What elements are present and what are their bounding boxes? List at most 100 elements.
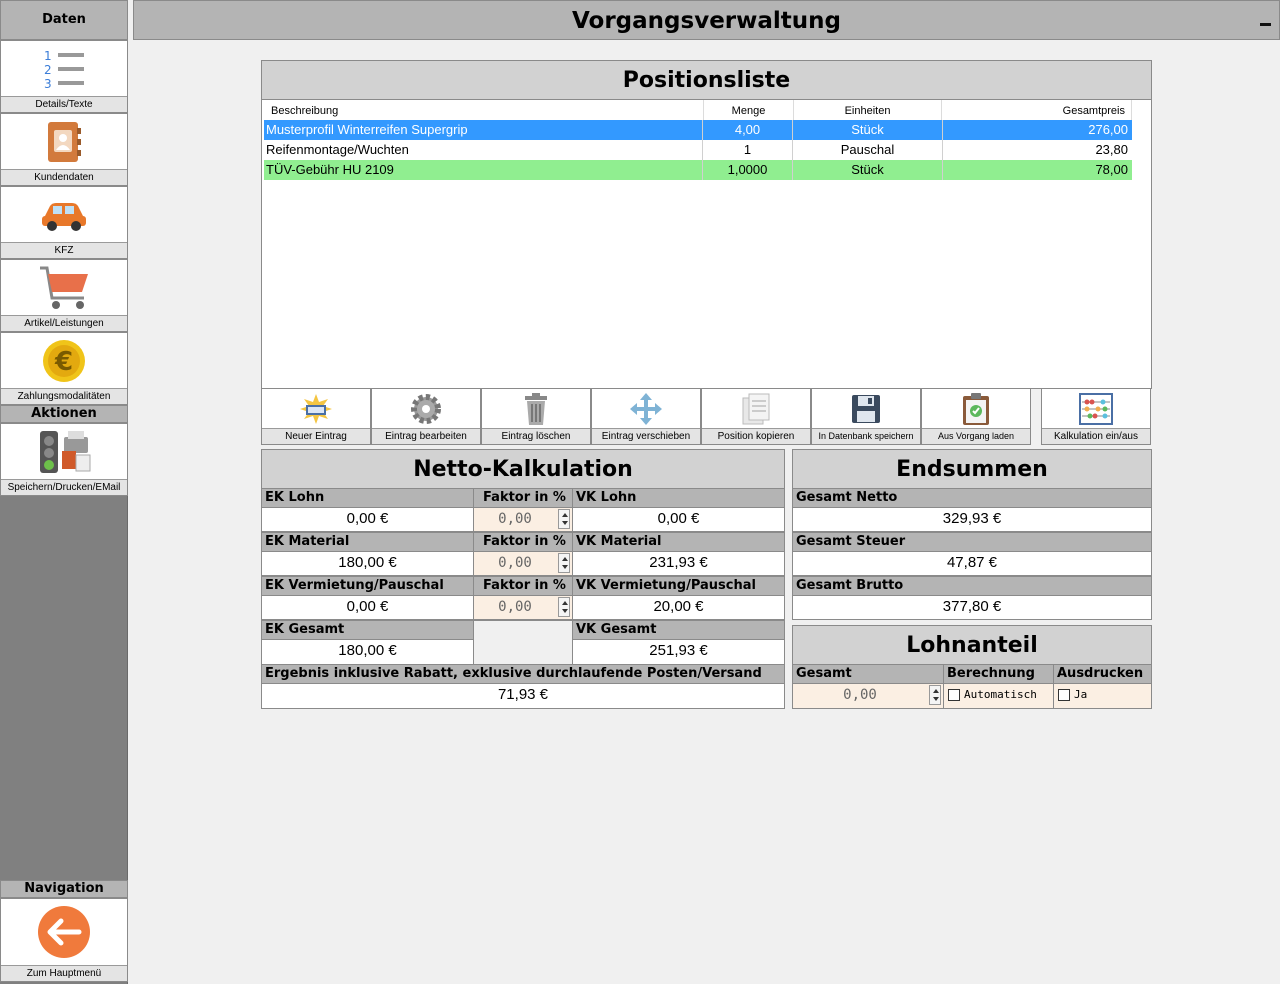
- cell-einheit: Pauschal: [792, 140, 942, 160]
- berechnung-automatisch-checkbox[interactable]: Automatisch: [943, 683, 1054, 709]
- sidebar-item-label: Kundendaten: [1, 169, 127, 185]
- clipboard-check-icon: [963, 393, 989, 425]
- copy-position-label: Position kopieren: [702, 428, 810, 444]
- svg-text:2: 2: [44, 63, 52, 77]
- checkbox-icon[interactable]: [1058, 689, 1070, 701]
- column-header-gesamtpreis[interactable]: Gesamtpreis: [942, 100, 1132, 120]
- new-entry-label: Neuer Eintrag: [262, 428, 370, 444]
- lohn-gesamt-value: 0,00: [843, 687, 877, 703]
- ek-gesamt-value: 180,00 €: [261, 639, 474, 665]
- floppy-disk-icon: [852, 395, 880, 423]
- cell-einheit: Stück: [792, 160, 942, 180]
- cell-menge: 4,00: [702, 120, 792, 140]
- window-title: Vorgangsverwaltung: [572, 8, 841, 34]
- section-daten-bearbeiten: Daten bearbeiten: [0, 0, 128, 65]
- vk-vermietung-label: VK Vermietung/Pauschal: [572, 576, 785, 596]
- sidebar-item-speichern-drucken[interactable]: Speichern/Drucken/EMail: [0, 423, 128, 496]
- edit-entry-button[interactable]: Eintrag bearbeiten: [371, 388, 481, 445]
- spin-arrows-icon[interactable]: [558, 509, 570, 529]
- netto-kalkulation-title: Netto-Kalkulation: [261, 449, 785, 489]
- faktor-material-stepper[interactable]: 0,00: [473, 551, 573, 576]
- spin-arrows-icon[interactable]: [558, 553, 570, 573]
- positionsliste-title: Positionsliste: [261, 60, 1152, 100]
- delete-entry-button[interactable]: Eintrag löschen: [481, 388, 591, 445]
- lohnanteil-title: Lohnanteil: [792, 625, 1152, 665]
- table-row[interactable]: Musterprofil Winterreifen Supergrip 4,00…: [264, 120, 1132, 140]
- vk-vermietung-value: 20,00 €: [572, 595, 785, 620]
- load-from-order-button[interactable]: Aus Vorgang laden: [921, 388, 1031, 445]
- spin-arrows-icon[interactable]: [558, 597, 570, 617]
- lohn-gesamt-label: Gesamt: [792, 664, 944, 684]
- ergebnis-value: 71,93 €: [261, 683, 785, 709]
- sidebar-item-label: Artikel/Leistungen: [1, 315, 127, 331]
- ek-lohn-label: EK Lohn: [261, 488, 474, 508]
- sidebar-item-kfz[interactable]: KFZ: [0, 186, 128, 259]
- sidebar-item-label: Details/Texte: [1, 96, 127, 112]
- euro-coin-icon: €: [43, 339, 85, 382]
- ausdrucken-ja-checkbox[interactable]: Ja: [1053, 683, 1152, 709]
- table-row[interactable]: TÜV-Gebühr HU 2109 1,0000 Stück 78,00: [264, 160, 1132, 180]
- vk-lohn-value: 0,00 €: [572, 507, 785, 532]
- abacus-icon: [1079, 393, 1113, 425]
- endsummen-title: Endsummen: [792, 449, 1152, 489]
- ek-gesamt-label: EK Gesamt: [261, 620, 474, 640]
- faktor-lohn-stepper[interactable]: 0,00: [473, 507, 573, 532]
- column-header-einheiten[interactable]: Einheiten: [794, 100, 942, 120]
- copy-position-button[interactable]: Position kopieren: [701, 388, 811, 445]
- move-entry-button[interactable]: Eintrag verschieben: [591, 388, 701, 445]
- ausdrucken-option-label: Ja: [1074, 688, 1088, 701]
- save-to-database-button[interactable]: In Datenbank speichern: [811, 388, 921, 445]
- new-entry-button[interactable]: Neuer Eintrag: [261, 388, 371, 445]
- faktor-vermietung-label: Faktor in %: [473, 576, 573, 596]
- cell-beschreibung: Reifenmontage/Wuchten: [266, 142, 409, 157]
- sidebar-item-artikel[interactable]: Artikel/Leistungen: [0, 259, 128, 332]
- faktor-lohn-value: 0,00: [498, 511, 532, 527]
- gesamt-steuer-value: 47,87 €: [792, 551, 1152, 576]
- column-header-beschreibung[interactable]: Beschreibung: [262, 100, 704, 120]
- car-icon: [42, 202, 86, 231]
- vk-lohn-label: VK Lohn: [572, 488, 785, 508]
- ek-material-label: EK Material: [261, 532, 474, 552]
- move-entry-label: Eintrag verschieben: [592, 428, 700, 444]
- positions-toolbar: Neuer Eintrag Eintrag bearbeiten Eintrag…: [261, 388, 1152, 445]
- print-save-icon: [40, 430, 91, 473]
- sidebar: Daten bearbeiten 1 2 3 Details/Texte: [0, 0, 128, 984]
- positions-table[interactable]: Beschreibung Menge Einheiten Gesamtpreis…: [261, 100, 1152, 389]
- faktor-vermietung-value: 0,00: [498, 599, 532, 615]
- table-row[interactable]: Reifenmontage/Wuchten 1 Pauschal 23,80: [264, 140, 1132, 160]
- cell-gesamtpreis: 78,00: [942, 160, 1132, 180]
- lohn-gesamt-stepper[interactable]: 0,00: [792, 683, 944, 709]
- empty-cell: [473, 620, 573, 665]
- sidebar-item-label: Zahlungsmodalitäten: [1, 388, 127, 404]
- cell-beschreibung: Musterprofil Winterreifen Supergrip: [266, 122, 468, 137]
- ek-lohn-value: 0,00 €: [261, 507, 474, 532]
- faktor-lohn-label: Faktor in %: [473, 488, 573, 508]
- ergebnis-label: Ergebnis inklusive Rabatt, exklusive dur…: [261, 664, 785, 684]
- move-arrows-icon: [630, 393, 662, 425]
- delete-entry-label: Eintrag löschen: [482, 428, 590, 444]
- new-entry-icon: [300, 394, 332, 424]
- sidebar-item-zahlung[interactable]: € Zahlungsmodalitäten: [0, 332, 128, 405]
- gesamt-brutto-value: 377,80 €: [792, 595, 1152, 620]
- section-aktionen: Aktionen: [0, 405, 128, 423]
- gear-icon: [411, 394, 441, 424]
- toggle-calculation-label: Kalkulation ein/aus: [1042, 428, 1150, 444]
- faktor-vermietung-stepper[interactable]: 0,00: [473, 595, 573, 620]
- address-book-icon: [48, 121, 81, 162]
- cell-einheit: Stück: [792, 120, 942, 140]
- vk-gesamt-label: VK Gesamt: [572, 620, 785, 640]
- minimize-icon[interactable]: [1260, 23, 1271, 26]
- cell-menge: 1,0000: [702, 160, 792, 180]
- sidebar-item-kundendaten[interactable]: Kundendaten: [0, 113, 128, 186]
- sidebar-item-details[interactable]: 1 2 3 Details/Texte: [0, 40, 128, 113]
- window-titlebar: Vorgangsverwaltung: [133, 0, 1280, 40]
- faktor-material-label: Faktor in %: [473, 532, 573, 552]
- sidebar-item-hauptmenue[interactable]: Zum Hauptmenü: [0, 898, 128, 982]
- column-header-menge[interactable]: Menge: [704, 100, 794, 120]
- gesamt-netto-label: Gesamt Netto: [792, 488, 1152, 508]
- ausdrucken-label: Ausdrucken: [1053, 664, 1152, 684]
- spin-arrows-icon[interactable]: [929, 685, 941, 705]
- cell-beschreibung: TÜV-Gebühr HU 2109: [266, 162, 394, 177]
- toggle-calculation-button[interactable]: Kalkulation ein/aus: [1041, 388, 1151, 445]
- checkbox-icon[interactable]: [948, 689, 960, 701]
